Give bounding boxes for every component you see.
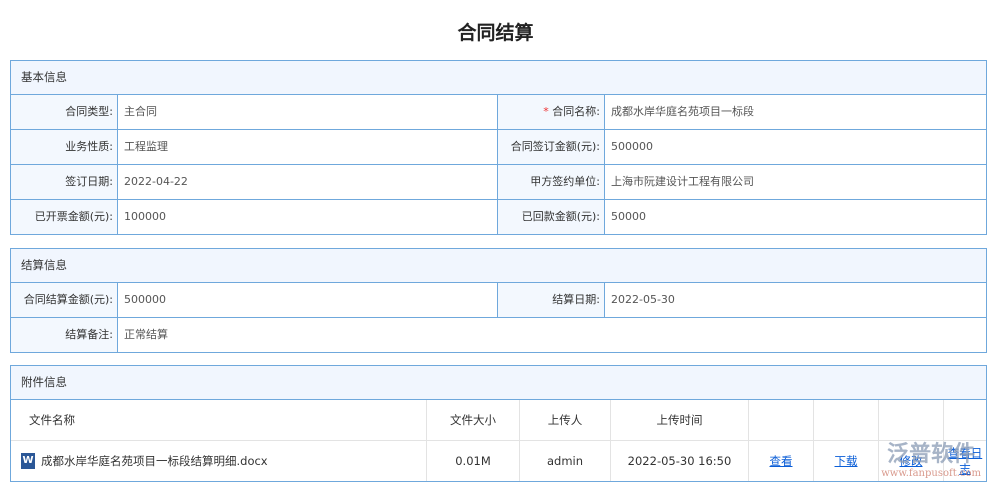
field-label: 合同类型: [11,95,118,129]
field-value: 成都水岸华庭名苑项目一标段 [611,105,754,118]
field-label: 合同结算金额(元): [11,283,118,317]
field-value: 500000 [611,140,653,153]
table-header-row: 文件名称 文件大小 上传人 上传时间 [11,400,986,441]
col-header: 文件名称 [11,400,427,441]
file-size: 0.01M [426,440,520,481]
field-label: 结算日期: [498,283,605,317]
settle-note: 正常结算 [124,328,168,341]
field-label: * 合同名称: [498,95,605,129]
field-value: 上海市阮建设计工程有限公司 [611,175,754,188]
section-header: 附件信息 [11,366,986,400]
field-label: 合同签订金额(元): [498,130,605,164]
col-header: 文件大小 [426,400,520,441]
field-label: 甲方签约单位: [498,165,605,199]
uploader: admin [519,440,611,481]
settlement-section: 结算信息 合同结算金额(元): 500000 结算日期: 2022-05-30 … [10,248,987,353]
page-title: 合同结算 [457,22,534,44]
basic-info-section: 基本信息 合同类型: 主合同 * 合同名称: 成都水岸华庭名苑项目一标段业务性质: 工程… [10,60,987,235]
attachment-table: 文件名称 文件大小 上传人 上传时间 W 成都水岸华庭名苑项目一标段结算明细.do… [11,400,986,481]
info-row: 合同类型: 主合同 * 合同名称: 成都水岸华庭名苑项目一标段 [11,95,986,130]
field-value: 主合同 [118,95,498,129]
info-row: 签订日期: 2022-04-22 甲方签约单位: 上海市阮建设计工程有限公司 [11,165,986,200]
info-row: 已开票金额(元): 100000 已回款金额(元): 50000 [11,200,986,234]
word-file-icon: W [21,453,35,470]
attachment-section: 附件信息 文件名称 文件大小 上传人 上传时间 W 成都水岸华庭名苑项目一标段结算… [10,365,987,482]
section-header: 结算信息 [11,249,986,283]
field-value: 2022-04-22 [118,165,498,199]
view-link[interactable]: 查看 [770,454,793,468]
field-label: 已开票金额(元): [11,200,118,234]
upload-time: 2022-05-30 16:50 [610,440,749,481]
file-name: 成都水岸华庭名苑项目一标段结算明细.docx [41,453,268,468]
col-header: 上传人 [519,400,611,441]
field-label: 已回款金额(元): [498,200,605,234]
field-label: 签订日期: [11,165,118,199]
table-row: W 成都水岸华庭名苑项目一标段结算明细.docx 0.01M admin 2022… [11,440,986,481]
info-row: 业务性质: 工程监理 合同签订金额(元): 500000 [11,130,986,165]
section-header: 基本信息 [11,61,986,95]
required-mark: * [543,105,553,118]
field-value: 100000 [118,200,498,234]
field-value: 50000 [611,210,646,223]
watermark-logo: 泛普软件 www.fanpusoft.com [881,442,981,479]
col-header: 上传时间 [610,400,749,441]
settle-amount: 500000 [118,283,498,317]
field-label: 业务性质: [11,130,118,164]
download-link[interactable]: 下载 [835,454,858,468]
field-label: 结算备注: [11,318,118,352]
settle-date: 2022-05-30 [611,293,675,306]
field-value: 工程监理 [118,130,498,164]
